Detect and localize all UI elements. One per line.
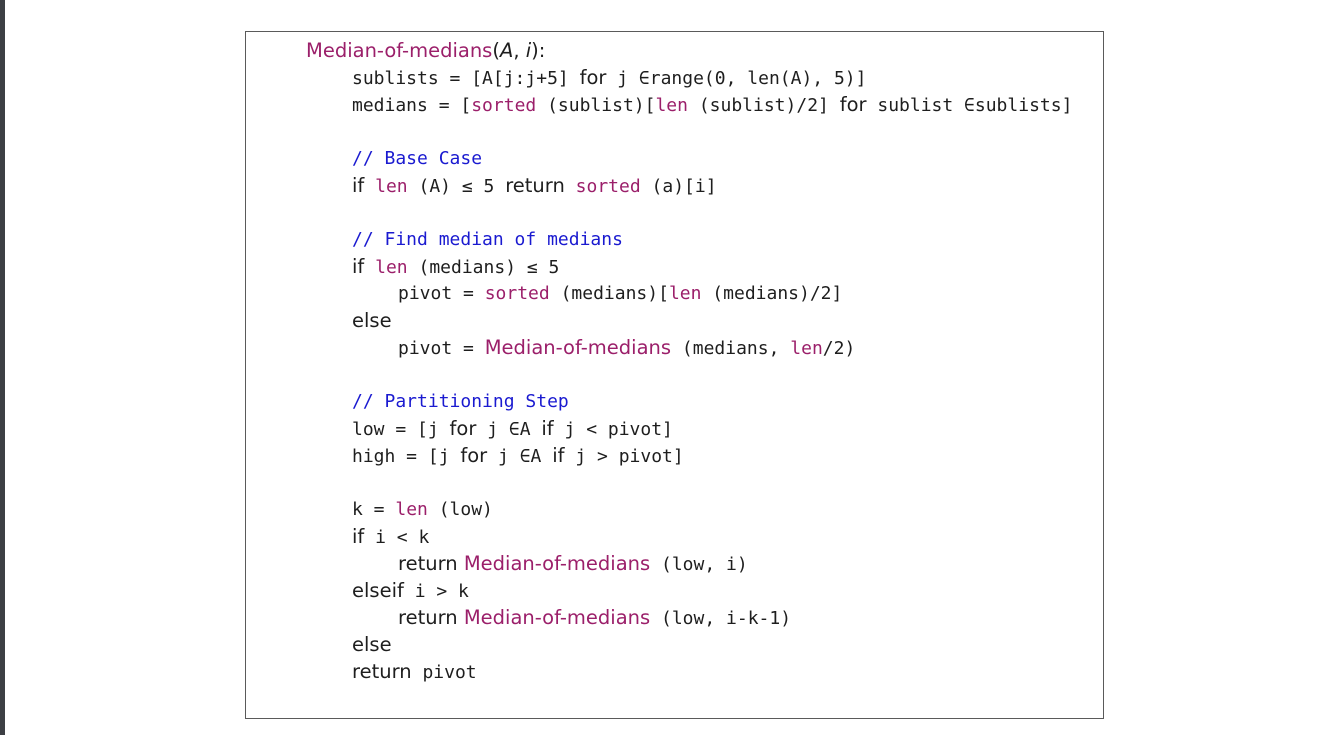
keyword-else: else (352, 309, 392, 332)
keyword-return: return (505, 174, 565, 197)
function-sorted: sorted (471, 95, 537, 116)
keyword-for: for (839, 93, 867, 116)
keyword-for: for (579, 66, 607, 89)
algorithm-header: Median-of-medians(A, i): (306, 37, 545, 64)
keyword-for: for (449, 417, 477, 440)
line-base-case: if len (A) ≤ 5 return sorted (a)[i] (352, 174, 717, 197)
function-len: len (668, 283, 702, 304)
keyword-return: return (398, 606, 458, 629)
function-name: Median-of-medians (306, 39, 493, 62)
keyword-if: if (352, 525, 365, 548)
keyword-if: if (352, 174, 365, 197)
function-len: len (364, 257, 408, 278)
comment-find-median: // Find median of medians (352, 229, 623, 250)
keyword-if: if (541, 417, 554, 440)
function-median-of-medians: Median-of-medians (484, 336, 672, 359)
function-median-of-medians: Median-of-medians (457, 606, 651, 629)
function-len: len (364, 176, 408, 197)
function-sorted: sorted (484, 283, 550, 304)
params-close: ): (531, 39, 546, 62)
line-return-low-i-k-1: return Median-of-medians (low, i-k-1) (398, 606, 792, 629)
line-sublists: sublists = [A[j:j+5] for j ∈range(0, len… (352, 66, 867, 89)
algorithm-box: Median-of-medians(A, i): sublists = [A[j… (245, 31, 1104, 719)
keyword-if: if (552, 444, 565, 467)
window-left-edge (0, 0, 5, 735)
line-low: low = [j for j ∈A if j < pivot] (352, 417, 673, 440)
line-pivot-sorted: pivot = sorted (medians)[len (medians)/2… (398, 283, 843, 304)
params-sep: , (513, 39, 526, 62)
keyword-return: return (398, 552, 458, 575)
line-pivot-recursive: pivot = Median-of-medians (medians, len/… (398, 336, 856, 359)
comment-partitioning-step: // Partitioning Step (352, 391, 569, 412)
function-len: len (790, 338, 823, 359)
param-a: A (499, 39, 514, 62)
keyword-elseif: elseif (352, 579, 404, 602)
function-median-of-medians: Median-of-medians (457, 552, 651, 575)
line-k-assign: k = len (low) (352, 499, 493, 520)
line-high: high = [j for j ∈A if j > pivot] (352, 444, 684, 467)
comment-base-case: // Base Case (352, 148, 483, 169)
line-find-if: if len (medians) ≤ 5 (352, 255, 560, 278)
keyword-else: else (352, 633, 392, 656)
line-if-i-lt-k: if i < k (352, 525, 430, 548)
line-medians: medians = [sorted (sublist)[len (sublist… (352, 93, 1073, 116)
line-elseif-i-gt-k: elseif i > k (352, 579, 469, 602)
params-open: ( (492, 39, 500, 62)
keyword-if: if (352, 255, 365, 278)
line-return-pivot: return pivot (352, 660, 477, 683)
function-len: len (395, 499, 428, 520)
keyword-for: for (460, 444, 488, 467)
function-len: len (655, 95, 688, 116)
function-sorted: sorted (564, 176, 641, 197)
keyword-return: return (352, 660, 412, 683)
line-return-low-i: return Median-of-medians (low, i) (398, 552, 748, 575)
